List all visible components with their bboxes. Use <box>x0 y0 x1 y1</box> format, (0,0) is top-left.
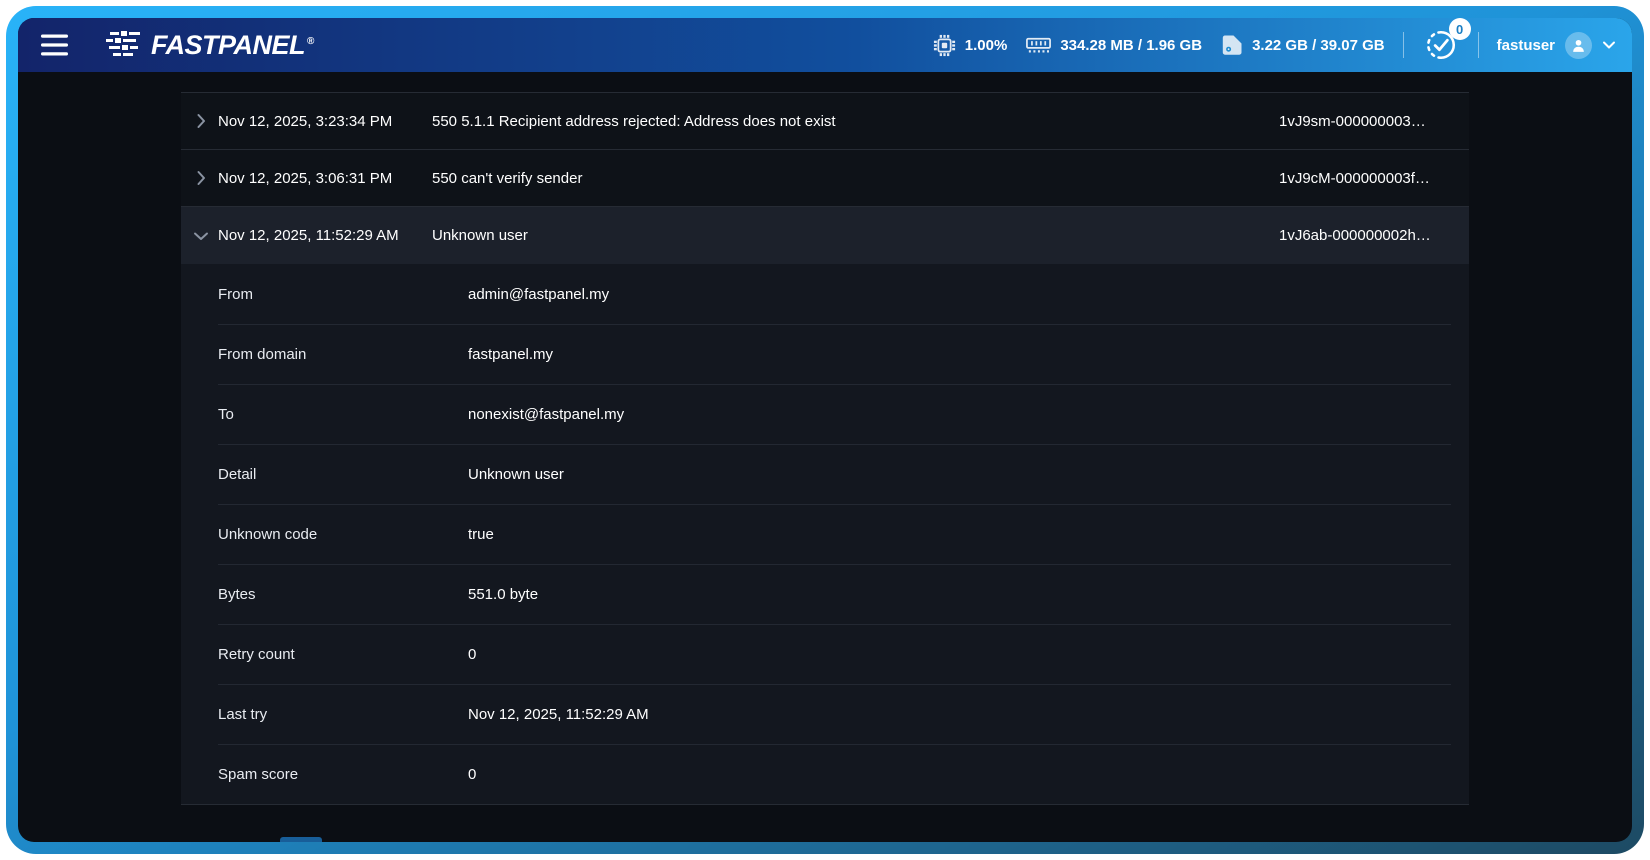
fastpanel-logo-icon <box>104 30 142 60</box>
hamburger-menu-button[interactable] <box>32 27 78 63</box>
cpu-usage-value: 1.00% <box>965 37 1008 54</box>
user-menu-button[interactable]: fastuser <box>1497 32 1616 59</box>
log-message-id: 1vJ9cM-000000003f… <box>1279 170 1451 187</box>
memory-usage-stat: 334.28 MB / 1.96 GB <box>1025 34 1202 56</box>
log-message-id: 1vJ6ab-000000002h… <box>1279 227 1451 244</box>
top-bar: FASTPANEL® 1.00% <box>18 18 1632 72</box>
detail-value: 0 <box>468 646 1451 663</box>
detail-row: Bytes 551.0 byte <box>181 564 1469 624</box>
topbar-divider <box>1403 32 1404 58</box>
detail-row: From domain fastpanel.my <box>181 324 1469 384</box>
log-date: Nov 12, 2025, 11:52:29 AM <box>218 227 432 244</box>
user-icon <box>1570 37 1587 54</box>
expand-row-button[interactable] <box>189 109 213 133</box>
detail-value: 0 <box>468 766 1451 783</box>
chevron-down-icon <box>189 224 213 248</box>
detail-row: Unknown code true <box>181 504 1469 564</box>
expand-row-button[interactable] <box>189 166 213 190</box>
log-entry-details: From admin@fastpanel.my From domain fast… <box>181 264 1469 805</box>
log-row[interactable]: Nov 12, 2025, 3:06:31 PM 550 can't verif… <box>181 150 1469 207</box>
tasks-button[interactable]: 0 <box>1422 26 1460 64</box>
log-message: 550 can't verify sender <box>432 170 1279 187</box>
username-label: fastuser <box>1497 37 1555 54</box>
avatar <box>1565 32 1592 59</box>
detail-value: Nov 12, 2025, 11:52:29 AM <box>468 706 1451 723</box>
topbar-divider <box>1478 32 1479 58</box>
cpu-usage-stat: 1.00% <box>932 33 1008 58</box>
disk-usage-value: 3.22 GB / 39.07 GB <box>1252 37 1385 54</box>
detail-label: Spam score <box>218 766 468 783</box>
log-message-id: 1vJ9sm-000000003… <box>1279 113 1451 130</box>
chevron-right-icon <box>189 166 213 190</box>
window-frame: FASTPANEL® 1.00% <box>6 6 1644 854</box>
spacer <box>18 72 1632 92</box>
detail-value: true <box>468 526 1451 543</box>
screen: FASTPANEL® 1.00% <box>18 18 1632 842</box>
detail-row: Spam score 0 <box>181 744 1469 804</box>
brand-name: FASTPANEL <box>151 30 305 61</box>
detail-label: To <box>218 406 468 423</box>
mail-log-table: Nov 12, 2025, 3:23:34 PM 550 5.1.1 Recip… <box>181 92 1469 805</box>
log-message: Unknown user <box>432 227 1279 244</box>
log-date: Nov 12, 2025, 3:06:31 PM <box>218 170 432 187</box>
detail-label: From domain <box>218 346 468 363</box>
partially-visible-footer-button <box>280 837 322 842</box>
fastpanel-logo[interactable]: FASTPANEL® <box>104 30 314 61</box>
disk-usage-stat: 3.22 GB / 39.07 GB <box>1220 33 1385 57</box>
memory-usage-value: 334.28 MB / 1.96 GB <box>1060 37 1202 54</box>
topbar-status-area: 1.00% 334.28 MB / 1.96 GB <box>932 26 1616 64</box>
detail-label: Bytes <box>218 586 468 603</box>
detail-row: Last try Nov 12, 2025, 11:52:29 AM <box>181 684 1469 744</box>
detail-label: From <box>218 286 468 303</box>
log-row-expanded[interactable]: Nov 12, 2025, 11:52:29 AM Unknown user 1… <box>181 207 1469 264</box>
detail-row: Detail Unknown user <box>181 444 1469 504</box>
chevron-right-icon <box>189 109 213 133</box>
log-date: Nov 12, 2025, 3:23:34 PM <box>218 113 432 130</box>
detail-value: 551.0 byte <box>468 586 1451 603</box>
detail-label: Last try <box>218 706 468 723</box>
detail-value: nonexist@fastpanel.my <box>468 406 1451 423</box>
detail-row: From admin@fastpanel.my <box>181 264 1469 324</box>
cpu-icon <box>932 33 957 58</box>
hamburger-icon <box>40 33 70 57</box>
log-row[interactable]: Nov 12, 2025, 3:23:34 PM 550 5.1.1 Recip… <box>181 93 1469 150</box>
registered-mark: ® <box>307 36 314 47</box>
detail-value: fastpanel.my <box>468 346 1451 363</box>
detail-row: To nonexist@fastpanel.my <box>181 384 1469 444</box>
detail-label: Detail <box>218 466 468 483</box>
detail-label: Unknown code <box>218 526 468 543</box>
mail-log-content: Nov 12, 2025, 3:23:34 PM 550 5.1.1 Recip… <box>18 72 1632 805</box>
detail-label: Retry count <box>218 646 468 663</box>
detail-value: admin@fastpanel.my <box>468 286 1451 303</box>
memory-icon <box>1025 34 1052 56</box>
log-message: 550 5.1.1 Recipient address rejected: Ad… <box>432 113 1279 130</box>
collapse-row-button[interactable] <box>189 224 213 248</box>
tasks-count-badge: 0 <box>1449 18 1471 40</box>
detail-value: Unknown user <box>468 466 1451 483</box>
detail-row: Retry count 0 <box>181 624 1469 684</box>
chevron-down-icon <box>1602 40 1616 50</box>
disk-icon <box>1220 33 1244 57</box>
